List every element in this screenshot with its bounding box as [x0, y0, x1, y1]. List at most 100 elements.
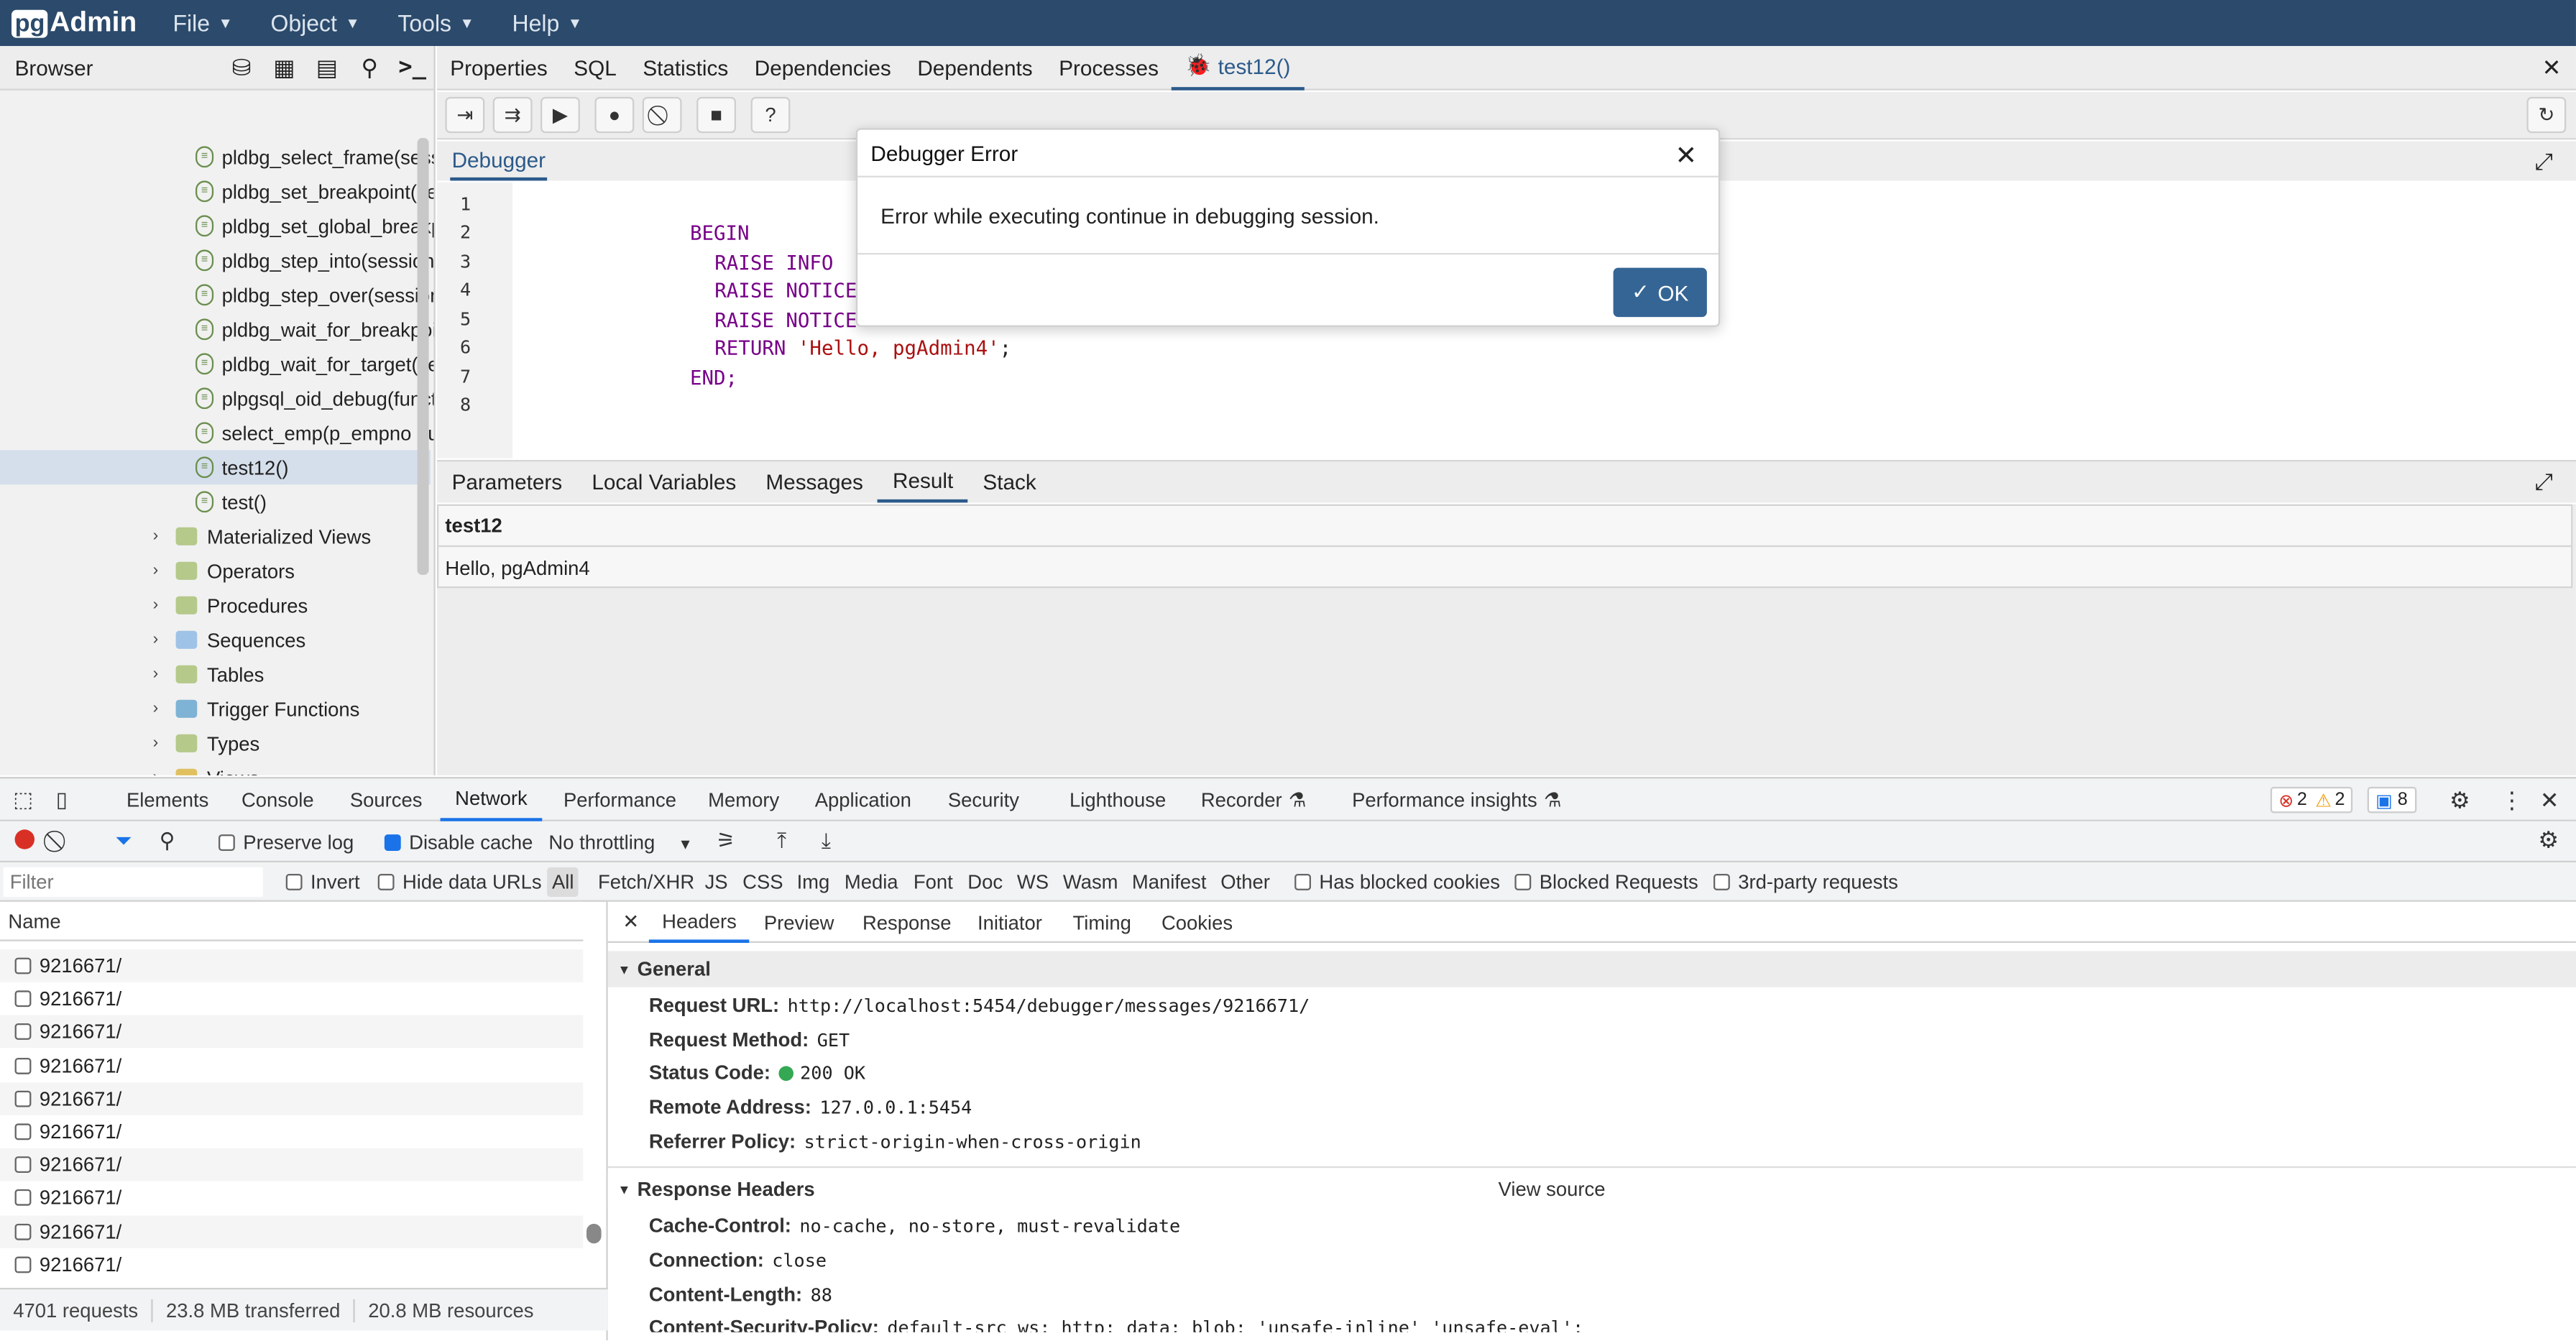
tab-dependencies[interactable]: Dependencies [741, 45, 904, 90]
type-filter-manifest[interactable]: Manifest [1132, 870, 1207, 893]
filter-icon[interactable]: ⏷ [115, 828, 132, 854]
search-icon[interactable]: ⚲ [160, 828, 175, 854]
request-row[interactable]: 9216671/ [0, 1181, 584, 1215]
type-filter-font[interactable]: Font [914, 870, 953, 893]
settings-gear-icon[interactable]: ⚙ [2450, 778, 2470, 821]
pgadmin-logo[interactable]: pg Admin [11, 6, 137, 40]
throttling-select[interactable]: No throttling ▼ [548, 831, 692, 854]
type-filter-img[interactable]: Img [797, 870, 830, 893]
tree-group-item[interactable]: › Tables [153, 657, 264, 691]
line-number[interactable]: 1 [460, 194, 471, 216]
line-number[interactable]: 4 [460, 280, 471, 301]
devtools-tab-console[interactable]: Console [242, 778, 314, 821]
tab-sql[interactable]: SQL [561, 45, 630, 90]
disable-cache-checkbox[interactable]: Disable cache [384, 831, 533, 854]
maximize-icon[interactable]: ⤢ [2534, 468, 2553, 496]
line-number[interactable]: 5 [460, 309, 471, 331]
reset-layout-button[interactable]: ↻ [2526, 96, 2567, 134]
tab-processes[interactable]: Processes [1046, 45, 1172, 90]
third-party-checkbox[interactable]: 3rd-party requests [1713, 870, 1898, 893]
tab-statistics[interactable]: Statistics [630, 45, 741, 90]
devtools-tab-sources[interactable]: Sources [350, 778, 423, 821]
query-tool-icon[interactable]: ⛁ [220, 46, 262, 88]
type-filter-media[interactable]: Media [845, 870, 898, 893]
tab-local-variables[interactable]: Local Variables [577, 461, 751, 502]
request-row[interactable]: 9216671/ [0, 1215, 584, 1248]
network-conditions-icon[interactable]: ⚞ [717, 828, 736, 854]
issues-badge[interactable]: ⊗ 2 ⚠ 2 [2270, 786, 2353, 814]
tree-function-item[interactable]: ≡ pldbg_select_frame(sess [195, 139, 433, 174]
tree-group-item[interactable]: › Sequences [153, 622, 306, 657]
details-tab-initiator[interactable]: Initiator [978, 912, 1042, 935]
tree-function-item[interactable]: ≡ pldbg_step_over(session [195, 277, 433, 312]
clear-breakpoints-button[interactable]: ⃠ [642, 96, 682, 134]
devtools-tab-recorder[interactable]: Recorder ⚗ [1201, 778, 1307, 821]
search-objects-icon[interactable]: ⚲ [349, 46, 391, 88]
filtered-rows-icon[interactable]: ▤ [305, 46, 348, 88]
export-har-icon[interactable]: ⤓ [822, 828, 831, 854]
hide-data-urls-checkbox[interactable]: Hide data URLs [377, 870, 542, 893]
tab-dependents[interactable]: Dependents [904, 45, 1046, 90]
tree-function-item[interactable]: ≡ pldbg_set_breakpoint(se [195, 174, 433, 208]
view-data-icon[interactable]: ▦ [263, 46, 305, 88]
chevron-right-icon[interactable]: › [153, 700, 172, 718]
tree-group-item[interactable]: › Views [153, 760, 259, 775]
result-cell[interactable]: Hello, pgAdmin4 [438, 547, 2571, 588]
request-row[interactable]: 9216671/ [0, 1049, 584, 1082]
devtools-tab-lighthouse[interactable]: Lighthouse [1070, 778, 1166, 821]
request-row[interactable]: 9216671/ [0, 1148, 584, 1181]
type-filter-js[interactable]: JS [705, 870, 728, 893]
tab-parameters[interactable]: Parameters [437, 461, 577, 502]
has-blocked-cookies-checkbox[interactable]: Has blocked cookies [1294, 870, 1500, 893]
line-number[interactable]: 6 [460, 337, 471, 359]
tab-properties[interactable]: Properties [437, 45, 561, 90]
chevron-right-icon[interactable]: › [153, 527, 172, 545]
chevron-right-icon[interactable]: › [153, 596, 172, 614]
tab-result[interactable]: Result [878, 461, 968, 503]
menu-help[interactable]: Help ▼ [512, 10, 582, 37]
ok-button[interactable]: ✓ OK [1613, 267, 1707, 318]
request-row[interactable]: 9216671/ [0, 1015, 584, 1049]
name-column-header[interactable]: Name [0, 901, 584, 941]
type-filter-all[interactable]: All [547, 867, 579, 897]
invert-checkbox[interactable]: Invert [285, 870, 360, 893]
menu-tools[interactable]: Tools ▼ [397, 10, 474, 37]
close-devtools-icon[interactable]: ✕ [2540, 778, 2559, 821]
tree-function-item[interactable]: ≡ plpgsql_oid_debug(funct [195, 381, 433, 415]
import-har-icon[interactable]: ⤒ [777, 828, 786, 854]
tree-function-item[interactable]: ≡ pldbg_wait_for_target(se [195, 346, 433, 381]
chevron-right-icon[interactable]: › [153, 631, 172, 649]
line-number[interactable]: 2 [460, 222, 471, 244]
psql-tool-icon[interactable]: >_ [391, 46, 433, 88]
request-list-scrollbar[interactable] [586, 1223, 602, 1244]
line-number[interactable]: 8 [460, 395, 471, 416]
tree-group-item[interactable]: › Procedures [153, 588, 308, 622]
stop-button[interactable]: ■ [696, 96, 736, 134]
device-toolbar-icon[interactable]: ▯ [56, 778, 68, 821]
menu-object[interactable]: Object ▼ [270, 10, 359, 37]
chevron-right-icon[interactable]: › [153, 562, 172, 580]
type-filter-wasm[interactable]: Wasm [1063, 870, 1118, 893]
tree-group-item[interactable]: › Types [153, 726, 260, 760]
tree-function-item[interactable]: ≡ pldbg_wait_for_breakpoi [195, 312, 433, 346]
more-options-icon[interactable]: ⋮ [2501, 778, 2524, 821]
details-tab-timing[interactable]: Timing [1073, 912, 1131, 935]
devtools-tab-performance-insights[interactable]: Performance insights ⚗ [1352, 778, 1561, 821]
close-tab-icon[interactable]: ✕ [2542, 53, 2562, 81]
messages-badge[interactable]: ▣ 8 [2367, 786, 2416, 814]
continue-button[interactable]: ▶ [540, 96, 580, 134]
type-filter-other[interactable]: Other [1220, 870, 1270, 893]
menu-file[interactable]: File ▼ [172, 10, 232, 37]
type-filter-ws[interactable]: WS [1017, 870, 1049, 893]
record-icon[interactable] [14, 829, 34, 849]
tree-function-item[interactable]: ≡ test() [195, 484, 267, 519]
devtools-tab-network[interactable]: Network [440, 778, 543, 821]
type-filter-css[interactable]: CSS [742, 870, 783, 893]
chevron-right-icon[interactable]: › [153, 665, 172, 683]
details-tab-cookies[interactable]: Cookies [1162, 912, 1233, 935]
tab-messages[interactable]: Messages [751, 461, 878, 502]
close-details-icon[interactable]: ✕ [622, 910, 639, 933]
tree-group-item[interactable]: › Materialized Views [153, 519, 372, 553]
network-settings-gear-icon[interactable]: ⚙ [2538, 826, 2559, 854]
devtools-tab-security[interactable]: Security [948, 778, 1019, 821]
